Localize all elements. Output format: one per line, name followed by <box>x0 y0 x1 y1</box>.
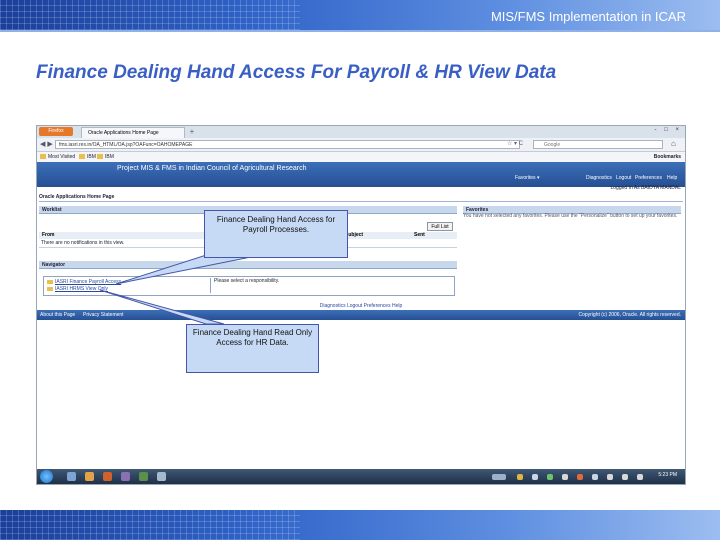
about-page-link[interactable]: About this Page <box>40 310 75 320</box>
browser-tab-bar: Firefox Oracle Applications Home Page + … <box>37 126 685 138</box>
new-tab-icon[interactable]: + <box>187 127 197 137</box>
browser-nav-bar: ◀ ▶ fms.iasri.res.in/OA_HTML/OA.jsp?OAFu… <box>37 138 685 152</box>
column-from[interactable]: From <box>42 232 55 239</box>
navigator-header: Navigator <box>39 261 457 269</box>
taskbar-app-icon[interactable] <box>85 472 94 481</box>
taskbar-app-icon[interactable] <box>103 472 112 481</box>
start-button-icon[interactable] <box>40 470 53 483</box>
tray-icon[interactable] <box>547 474 553 480</box>
callout-hr-readonly: Finance Dealing Hand Read Only Access fo… <box>186 324 319 373</box>
search-input[interactable]: Google <box>533 140 663 149</box>
diagnostics-link[interactable]: Diagnostics <box>586 175 612 181</box>
firefox-menu-button[interactable]: Firefox <box>39 127 73 136</box>
navigator-panel: IASRI Finance Payroll Access IASRI HRMS … <box>43 276 455 296</box>
tray-icon[interactable] <box>607 474 613 480</box>
header-pattern <box>0 0 300 30</box>
slide-header-band: MIS/FMS Implementation in ICAR <box>0 0 720 30</box>
privacy-link[interactable]: Privacy Statement <box>83 310 124 320</box>
back-forward-icon[interactable]: ◀ ▶ <box>40 140 53 148</box>
folder-icon <box>97 154 103 160</box>
folder-icon <box>47 279 53 284</box>
footer-pattern <box>0 510 300 540</box>
home-icon[interactable]: ⌂ <box>671 139 676 148</box>
tray-icon[interactable] <box>622 474 628 480</box>
responsibility-message: Please select a responsibility. <box>210 278 453 293</box>
taskbar-clock[interactable]: 5:23 PM <box>658 472 677 478</box>
tray-icon[interactable] <box>637 474 643 480</box>
address-bar[interactable]: fms.iasri.res.in/OA_HTML/OA.jsp?OAFunc=O… <box>55 140 520 149</box>
browser-screenshot: Firefox Oracle Applications Home Page + … <box>36 125 686 485</box>
slide-footer-band <box>0 510 720 540</box>
oracle-footer: About this Page Privacy Statement Copyri… <box>37 310 685 320</box>
page-title: Oracle Applications Home Page <box>39 194 115 200</box>
responsibility-finance-payroll[interactable]: IASRI Finance Payroll Access <box>47 279 121 285</box>
copyright: Copyright (c) 2006, Oracle. All rights r… <box>578 312 681 318</box>
favorites-message: You have not selected any favorites. Ple… <box>463 213 678 219</box>
footer-links[interactable]: Diagnostics Logout Preferences Help <box>37 303 685 309</box>
worklist-empty-message: There are no notifications in this view. <box>41 240 125 246</box>
bookmarks-menu[interactable]: Bookmarks <box>654 152 681 162</box>
tray-icon[interactable] <box>562 474 568 480</box>
taskbar-app-icon[interactable] <box>67 472 76 481</box>
logged-in-label: Logged In As BAIDYA MANDAL <box>610 185 681 191</box>
folder-icon <box>40 154 46 160</box>
folder-icon <box>47 286 53 291</box>
browser-tab[interactable]: Oracle Applications Home Page <box>81 127 185 138</box>
tray-icon[interactable] <box>532 474 538 480</box>
logout-link[interactable]: Logout <box>616 175 631 181</box>
tray-icon[interactable] <box>492 474 506 480</box>
taskbar-app-icon[interactable] <box>121 472 130 481</box>
window-controls[interactable]: - □ × <box>655 127 682 133</box>
preferences-link[interactable]: Preferences <box>635 175 662 181</box>
header-divider <box>0 30 720 32</box>
header-title: MIS/FMS Implementation in ICAR <box>490 9 686 24</box>
taskbar: 5:23 PM <box>37 469 685 484</box>
oracle-global-menu: Favorites ▾ Diagnostics Logout Preferenc… <box>37 171 685 183</box>
slide-title: Finance Dealing Hand Access For Payroll … <box>36 62 557 83</box>
bookmark-most-visited[interactable]: Most Visited <box>40 152 75 162</box>
bookmark-ibm-2[interactable]: IBM <box>97 152 114 162</box>
tray-icon[interactable] <box>517 474 523 480</box>
bookmark-ibm[interactable]: IBM <box>79 152 96 162</box>
folder-icon <box>79 154 85 160</box>
responsibility-hrms-view[interactable]: IASRI HRMS View Only <box>47 286 108 292</box>
tray-icon[interactable] <box>592 474 598 480</box>
callout-payroll-access: Finance Dealing Hand Access for Payroll … <box>204 210 348 258</box>
taskbar-app-icon[interactable] <box>139 472 148 481</box>
column-sent[interactable]: Sent <box>414 232 425 239</box>
divider <box>39 201 683 202</box>
favorites-menu[interactable]: Favorites ▾ <box>515 175 539 181</box>
help-link[interactable]: Help <box>667 175 677 181</box>
reload-icon[interactable]: ☆ ▾ C <box>507 140 523 147</box>
full-list-button[interactable]: Full List <box>427 222 453 231</box>
tray-icon[interactable] <box>577 474 583 480</box>
taskbar-app-icon[interactable] <box>157 472 166 481</box>
